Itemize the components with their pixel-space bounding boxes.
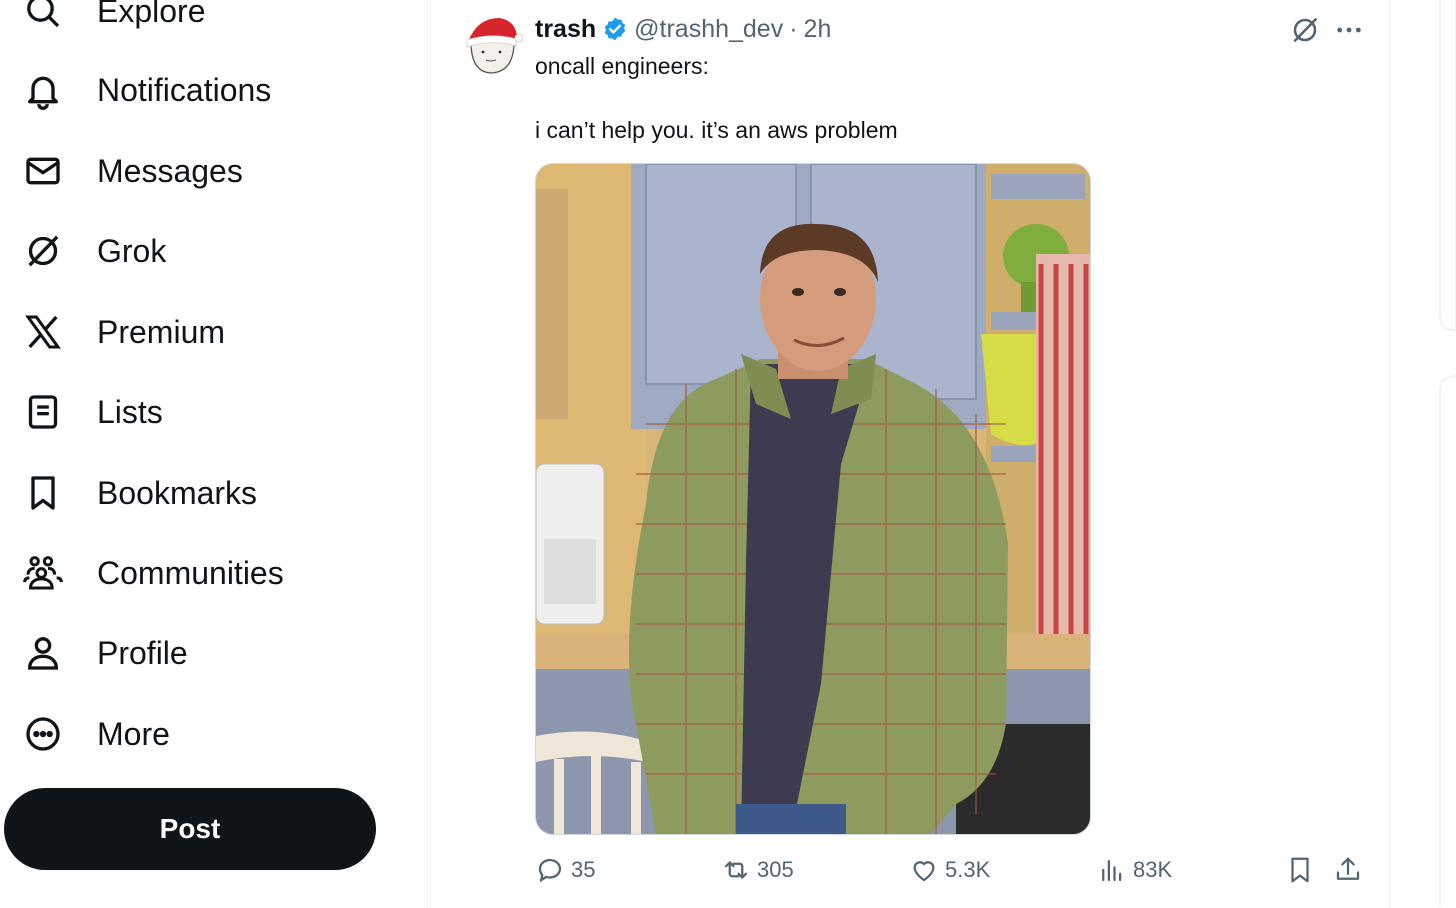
search-icon (22, 0, 64, 32)
tweet-header: trash @trashh_dev · 2h (535, 12, 831, 46)
communities-icon (22, 552, 64, 594)
list-icon (22, 391, 64, 433)
envelope-icon (22, 150, 64, 192)
tweet-image[interactable] (535, 163, 1091, 835)
sidebar-item-lists[interactable]: Lists (0, 377, 400, 447)
reply-count: 35 (571, 857, 596, 882)
verified-badge-icon[interactable] (602, 16, 628, 42)
share-icon (1336, 857, 1360, 880)
sidebar-item-label: Premium (97, 314, 226, 350)
like-button[interactable]: 5.3K (909, 850, 990, 890)
tweet-text: oncall engineers: i can’t help you. it’s… (535, 53, 898, 143)
views-count: 83K (1133, 857, 1173, 882)
sidebar-item-label: Messages (97, 153, 243, 189)
avatar[interactable] (459, 12, 524, 76)
sidebar-nav: Explore Notifications Messages Grok Prem… (0, 0, 430, 906)
sidebar-item-label: Communities (97, 555, 284, 591)
sidebar-item-grok[interactable]: Grok (0, 216, 400, 286)
sidebar-item-premium[interactable]: Premium (0, 297, 400, 367)
sidebar-item-label: Profile (97, 635, 188, 671)
repost-button[interactable]: 305 (721, 850, 794, 890)
share-button[interactable] (1333, 850, 1363, 890)
bookmark-icon (1291, 857, 1309, 883)
repost-count: 305 (757, 857, 794, 882)
grok-icon (22, 230, 64, 272)
views-button[interactable]: 83K (1097, 850, 1172, 890)
more-options-icon[interactable] (1333, 14, 1365, 46)
heart-icon (913, 861, 935, 882)
like-count: 5.3K (945, 857, 991, 882)
tweet-actions: 35 305 5.3K 83K (535, 850, 1365, 890)
bell-icon (22, 69, 64, 111)
reply-icon (538, 858, 562, 883)
sidebar-item-label: Notifications (97, 72, 272, 108)
x-logo-icon (22, 311, 64, 353)
timeline-column: trash @trashh_dev · 2h oncall engineers:… (430, 0, 1390, 908)
sidebar-item-notifications[interactable]: Notifications (0, 55, 400, 125)
right-column-edge (1439, 0, 1456, 906)
sidebar-item-label: More (97, 716, 170, 752)
post-button[interactable]: Post (4, 788, 376, 870)
grok-icon[interactable] (1289, 14, 1321, 46)
author-handle[interactable]: @trashh_dev (634, 15, 783, 44)
more-circle-icon (22, 713, 64, 755)
sidebar-item-label: Grok (97, 233, 167, 269)
sidebar-item-bookmarks[interactable]: Bookmarks (0, 458, 400, 528)
reply-button[interactable]: 35 (535, 850, 595, 890)
sidebar-item-more[interactable]: More (0, 699, 400, 769)
sidebar-item-profile[interactable]: Profile (0, 618, 400, 688)
sidebar-item-label: Lists (97, 394, 163, 430)
views-icon (1102, 860, 1122, 882)
bookmark-icon (22, 472, 64, 514)
tweet-timestamp[interactable]: 2h (804, 15, 832, 44)
author-name[interactable]: trash (535, 15, 596, 44)
sidebar-item-communities[interactable]: Communities (0, 538, 400, 608)
person-icon (22, 632, 64, 674)
sidebar-item-label: Explore (97, 0, 206, 29)
separator-dot: · (789, 14, 798, 43)
sidebar-item-messages[interactable]: Messages (0, 136, 400, 206)
bookmark-button[interactable] (1285, 850, 1315, 890)
sidebar-item-label: Bookmarks (97, 475, 258, 511)
repost-icon (724, 861, 748, 879)
sidebar-item-explore[interactable]: Explore (0, 0, 400, 46)
